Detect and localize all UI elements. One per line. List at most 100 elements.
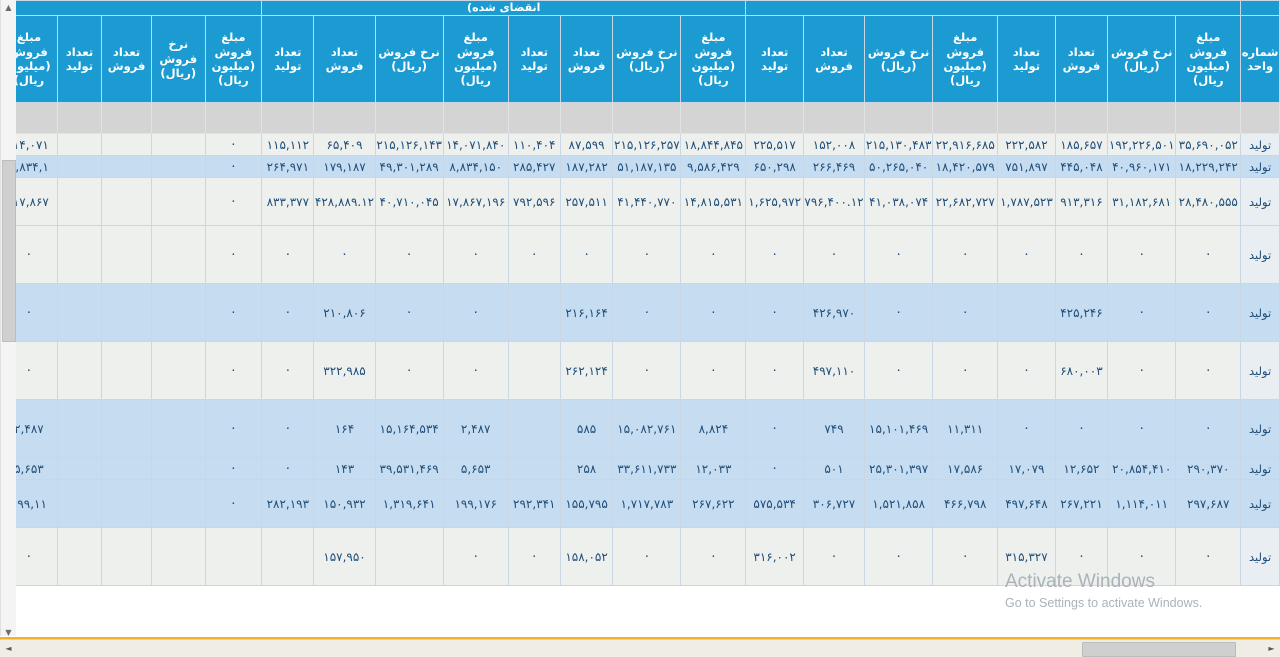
filter-band-cell[interactable] xyxy=(612,102,682,134)
col-header-s5[interactable]: تعداد فروش xyxy=(101,15,152,103)
table-cell[interactable]: ۰ xyxy=(932,225,999,284)
table-cell[interactable]: ۹,۵۸۶,۴۲۹ xyxy=(680,155,747,178)
table-row[interactable]: تولید ۰ ۰ ۰ ۳۱۵,۳۲۷ ۰ ۰ ۰ ۳۱۶,۰۰۲ ۰ ۰ ۱۵۸,۰۵۲ ۰ ۰ ۱۵۷,… xyxy=(0,527,1280,586)
table-row[interactable]: تولید ۰ ۰ ۶۸۰,۰۰۳ ۰ ۰ ۰ ۴۹۷,۱۱۰ ۰ ۰ ۰ ۲۶۲,۱۲۴ ۰ ۰ ۳۲۲,… xyxy=(0,341,1280,400)
table-cell[interactable]: ۸,۸۳۴,۱۵۰ xyxy=(442,155,509,178)
table-cell[interactable] xyxy=(150,457,206,480)
filter-band-cell[interactable] xyxy=(101,102,152,134)
table-cell[interactable] xyxy=(56,457,103,480)
table-cell[interactable]: ۳۳,۶۱۱,۷۳۳ xyxy=(612,457,682,480)
table-cell[interactable]: ۱,۱۱۴,۰۱۱ xyxy=(1107,479,1177,528)
table-cell[interactable]: ۴۲۶,۹۷۰ xyxy=(802,283,866,342)
table-cell[interactable]: ۳۲۲,۹۸۵ xyxy=(313,341,376,400)
filter-band-cell[interactable] xyxy=(745,102,804,134)
table-cell[interactable]: ۱۴,۰۷۱,۸۴۰ xyxy=(442,133,509,156)
table-cell[interactable]: ۱۱,۳۱۱ xyxy=(932,399,999,458)
table-cell[interactable]: ۴۲۸,۸۸۹.۱۲ xyxy=(313,177,376,226)
table-row[interactable]: تولید ۰ ۰ ۰ ۰ ۱۱,۳۱۱ ۱۵,۱۰۱,۴۶۹ ۷۴۹ ۰ ۸,۸۲۴ ۱۵,۰۸۲… xyxy=(0,399,1280,458)
table-cell[interactable]: ۲,۴۸۷ xyxy=(442,399,509,458)
table-cell[interactable] xyxy=(101,457,152,480)
table-cell[interactable]: ۸,۸۲۴ xyxy=(680,399,747,458)
table-cell[interactable] xyxy=(101,341,152,400)
filter-band-cell[interactable] xyxy=(204,102,263,134)
table-cell[interactable]: ۰ xyxy=(997,225,1056,284)
table-cell[interactable] xyxy=(56,155,103,178)
col-header-s1[interactable]: تعداد فروش xyxy=(1054,15,1109,103)
table-cell[interactable]: ۴۴۵,۰۴۸ xyxy=(1054,155,1109,178)
table-cell[interactable]: ۰ xyxy=(864,341,934,400)
table-cell[interactable]: ۰ xyxy=(374,341,444,400)
table-cell[interactable]: ۱۵,۱۰۱,۴۶۹ xyxy=(864,399,934,458)
filter-band-cell[interactable] xyxy=(1240,102,1280,134)
table-cell[interactable]: ۱,۷۱۷,۷۸۳ xyxy=(612,479,682,528)
table-cell[interactable]: ۲۲۲,۵۸۲ xyxy=(997,133,1056,156)
table-cell[interactable]: ۰ xyxy=(997,399,1056,458)
table-cell[interactable]: ۰ xyxy=(1054,527,1109,586)
filter-band-cell[interactable] xyxy=(559,102,614,134)
table-cell[interactable]: ۰ xyxy=(204,133,263,156)
table-cell[interactable] xyxy=(374,527,444,586)
table-cell[interactable]: ۲۱۶,۱۶۴ xyxy=(559,283,614,342)
table-cell[interactable]: ۲۰,۸۵۴,۴۱۰ xyxy=(1107,457,1177,480)
col-header-s2[interactable]: تعداد فروش xyxy=(802,15,866,103)
table-cell[interactable] xyxy=(101,283,152,342)
table-cell[interactable]: ۰ xyxy=(1175,527,1242,586)
table-cell[interactable]: ۳۵,۶۹۰,۰۵۲ xyxy=(1175,133,1242,156)
table-cell[interactable]: ۰ xyxy=(680,283,747,342)
filter-band-cell[interactable] xyxy=(802,102,866,134)
table-cell[interactable] xyxy=(997,283,1056,342)
col-header-r5[interactable]: نرخ فروش (ریال) xyxy=(150,15,206,103)
table-cell[interactable]: ۰ xyxy=(1054,399,1109,458)
table-cell[interactable]: ۱۵,۱۶۴,۵۳۴ xyxy=(374,399,444,458)
table-cell[interactable]: ۰ xyxy=(442,283,509,342)
table-cell[interactable]: ۷۵۱,۸۹۷ xyxy=(997,155,1056,178)
table-cell[interactable]: ۵۷۵,۵۳۴ xyxy=(745,479,804,528)
table-cell[interactable]: ۲۸۵,۴۲۷ xyxy=(507,155,561,178)
table-cell[interactable]: ۲۲,۹۱۶,۶۸۵ xyxy=(932,133,999,156)
filter-band-cell[interactable] xyxy=(932,102,999,134)
table-cell[interactable]: ۳۱,۱۸۲,۶۸۱ xyxy=(1107,177,1177,226)
table-cell[interactable]: ۲۶۴,۹۷۱ xyxy=(261,155,315,178)
table-cell[interactable]: ۰ xyxy=(1107,399,1177,458)
table-cell[interactable]: ۲۸,۴۸۰,۵۵۵ xyxy=(1175,177,1242,226)
table-cell[interactable]: ۱۷,۸۶۷,۱۹۶ xyxy=(442,177,509,226)
table-cell[interactable]: ۲۹۷,۶۸۷ xyxy=(1175,479,1242,528)
table-cell[interactable]: ۰ xyxy=(680,341,747,400)
col-header-s4[interactable]: تعداد فروش xyxy=(313,15,376,103)
table-cell[interactable]: ۰ xyxy=(680,527,747,586)
filter-band-cell[interactable] xyxy=(680,102,747,134)
table-cell[interactable]: ۱۸۵,۶۵۷ xyxy=(1054,133,1109,156)
table-cell[interactable] xyxy=(56,225,103,284)
table-cell[interactable]: ۴۱,۰۳۸,۰۷۴ xyxy=(864,177,934,226)
table-cell[interactable]: ۱۹۲,۲۲۶,۵۰۱ xyxy=(1107,133,1177,156)
table-cell[interactable]: ۲۵۸ xyxy=(559,457,614,480)
table-cell[interactable] xyxy=(150,155,206,178)
table-cell[interactable] xyxy=(507,283,561,342)
table-cell[interactable]: ۰ xyxy=(612,341,682,400)
table-cell[interactable] xyxy=(150,177,206,226)
table-cell[interactable]: ۵۰,۲۶۵,۰۴۰ xyxy=(864,155,934,178)
table-row[interactable]: تولید ۰ ۰ ۰ ۰ ۰ ۰ ۰ ۰ ۰ ۰ ۰ ۰ ۰ ۰ ۰ ۰ ۰ ۰ xyxy=(0,225,1280,284)
table-cell[interactable]: ۰ xyxy=(313,225,376,284)
table-cell[interactable]: ۴۹,۳۰۱,۲۸۹ xyxy=(374,155,444,178)
table-cell[interactable]: ۰ xyxy=(204,479,263,528)
table-cell[interactable]: ۱۴,۸۱۵,۵۳۱ xyxy=(680,177,747,226)
table-cell[interactable]: ۰ xyxy=(864,527,934,586)
col-header-p3[interactable]: تعداد تولید xyxy=(507,15,561,103)
col-header-p1[interactable]: تعداد تولید xyxy=(997,15,1056,103)
table-cell[interactable]: ۴۶۶,۷۹۸ xyxy=(932,479,999,528)
table-cell[interactable]: ۲۶۶,۴۶۹ xyxy=(802,155,866,178)
table-cell[interactable]: ۰ xyxy=(1107,225,1177,284)
table-cell[interactable]: ۲۹۲,۳۴۱ xyxy=(507,479,561,528)
col-header-p4[interactable]: تعداد تولید xyxy=(261,15,315,103)
table-cell[interactable]: ۲۲۵,۵۱۷ xyxy=(745,133,804,156)
table-cell[interactable]: ۰ xyxy=(261,399,315,458)
table-cell[interactable] xyxy=(101,155,152,178)
filter-band-cell[interactable] xyxy=(507,102,561,134)
table-cell[interactable] xyxy=(507,457,561,480)
table-cell[interactable]: ۵,۶۵۳ xyxy=(442,457,509,480)
table-cell[interactable]: ۳۱۵,۳۲۷ xyxy=(997,527,1056,586)
table-cell[interactable]: ۳۹,۵۳۱,۴۶۹ xyxy=(374,457,444,480)
table-cell[interactable]: ۵۱,۱۸۷,۱۳۵ xyxy=(612,155,682,178)
scroll-left-arrow-icon[interactable]: ◄ xyxy=(0,640,17,657)
